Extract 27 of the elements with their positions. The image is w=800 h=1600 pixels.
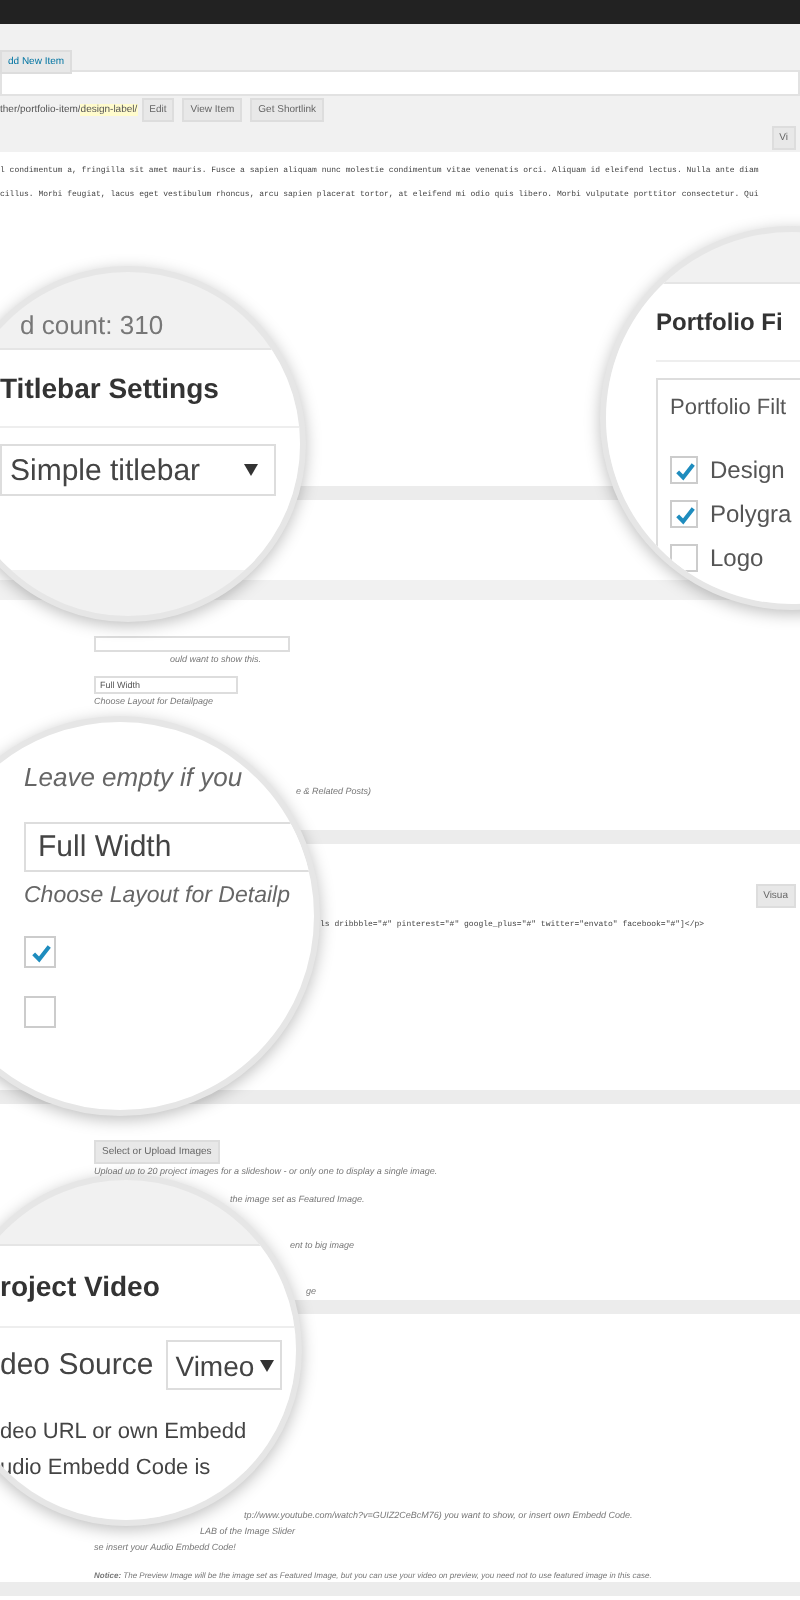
checkbox[interactable] <box>670 456 698 484</box>
select-field[interactable]: Simple titlebar <box>0 444 276 496</box>
box-title: Portfolio Filt <box>670 396 789 420</box>
checkbox-label: Logo <box>710 544 764 572</box>
field-hint: Leave empty if you <box>24 762 243 792</box>
checkbox[interactable] <box>670 500 698 528</box>
checkbox[interactable] <box>670 544 698 572</box>
title-field[interactable] <box>0 70 800 96</box>
select-field[interactable]: Vimeo <box>165 1340 282 1390</box>
caret-icon <box>244 464 258 476</box>
word-count: d count: 310 <box>18 308 166 344</box>
checkbox[interactable] <box>24 936 56 968</box>
panel-title: Titlebar Settings <box>0 350 300 428</box>
field-hint: deo URL or own Embedd <box>0 1418 249 1448</box>
field-label: deo Source <box>0 1348 154 1382</box>
text-field[interactable] <box>94 636 290 652</box>
panel-title: roject Video <box>0 1246 296 1328</box>
checkbox-label: Polygra <box>710 500 792 528</box>
checkbox[interactable] <box>24 996 56 1028</box>
checkbox-label: Design <box>710 456 785 484</box>
check-icon <box>673 459 695 481</box>
panel-title: Portfolio Fi <box>656 284 800 362</box>
caret-icon <box>259 1359 274 1371</box>
check-icon <box>29 941 51 963</box>
field-hint: Choose Layout for Detailp <box>24 884 290 908</box>
check-icon <box>673 503 695 525</box>
select-field[interactable]: Full Width <box>24 822 314 872</box>
